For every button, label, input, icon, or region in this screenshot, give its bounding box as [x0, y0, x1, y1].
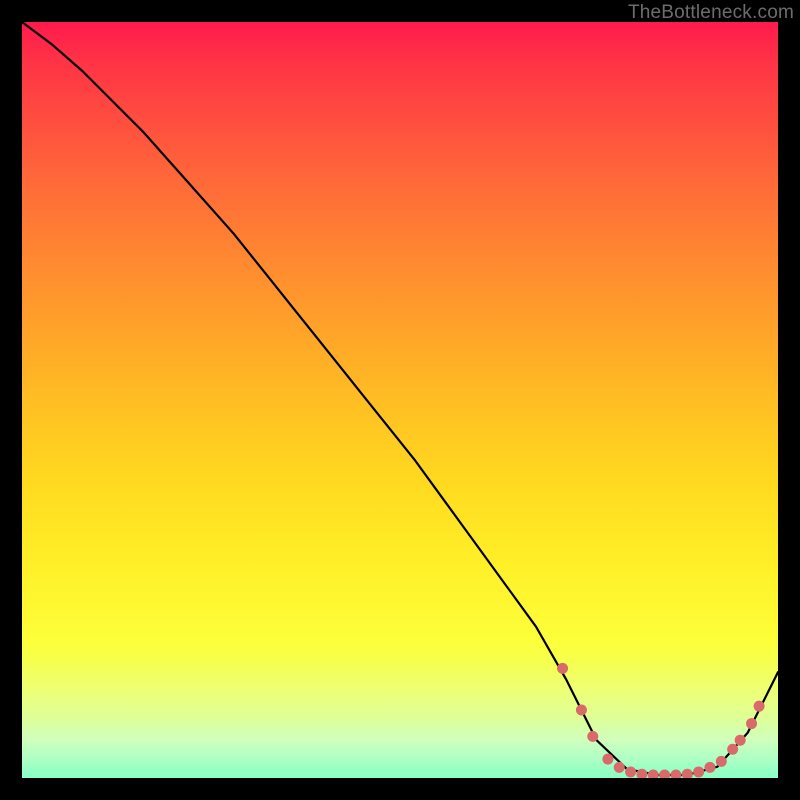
- marker-dot: [682, 769, 693, 778]
- marker-dot: [625, 766, 636, 777]
- marker-dot: [602, 754, 613, 765]
- watermark-text: TheBottleneck.com: [628, 2, 794, 24]
- chart-frame: TheBottleneck.com: [0, 0, 800, 800]
- marker-dot: [576, 704, 587, 715]
- marker-dot: [727, 744, 738, 755]
- marker-dot: [693, 766, 704, 777]
- plot-area: [22, 22, 778, 778]
- marker-dot: [557, 663, 568, 674]
- marker-dot: [716, 756, 727, 767]
- marker-dot: [587, 731, 598, 742]
- marker-dot: [754, 701, 765, 712]
- curve-line: [22, 22, 778, 775]
- marker-dot: [746, 718, 757, 729]
- marker-dot: [704, 762, 715, 773]
- marker-dot: [659, 769, 670, 778]
- marker-dot: [670, 769, 681, 778]
- marker-dot: [735, 735, 746, 746]
- chart-svg: [22, 22, 778, 778]
- curve-markers: [557, 663, 765, 778]
- marker-dot: [648, 769, 659, 778]
- marker-dot: [614, 762, 625, 773]
